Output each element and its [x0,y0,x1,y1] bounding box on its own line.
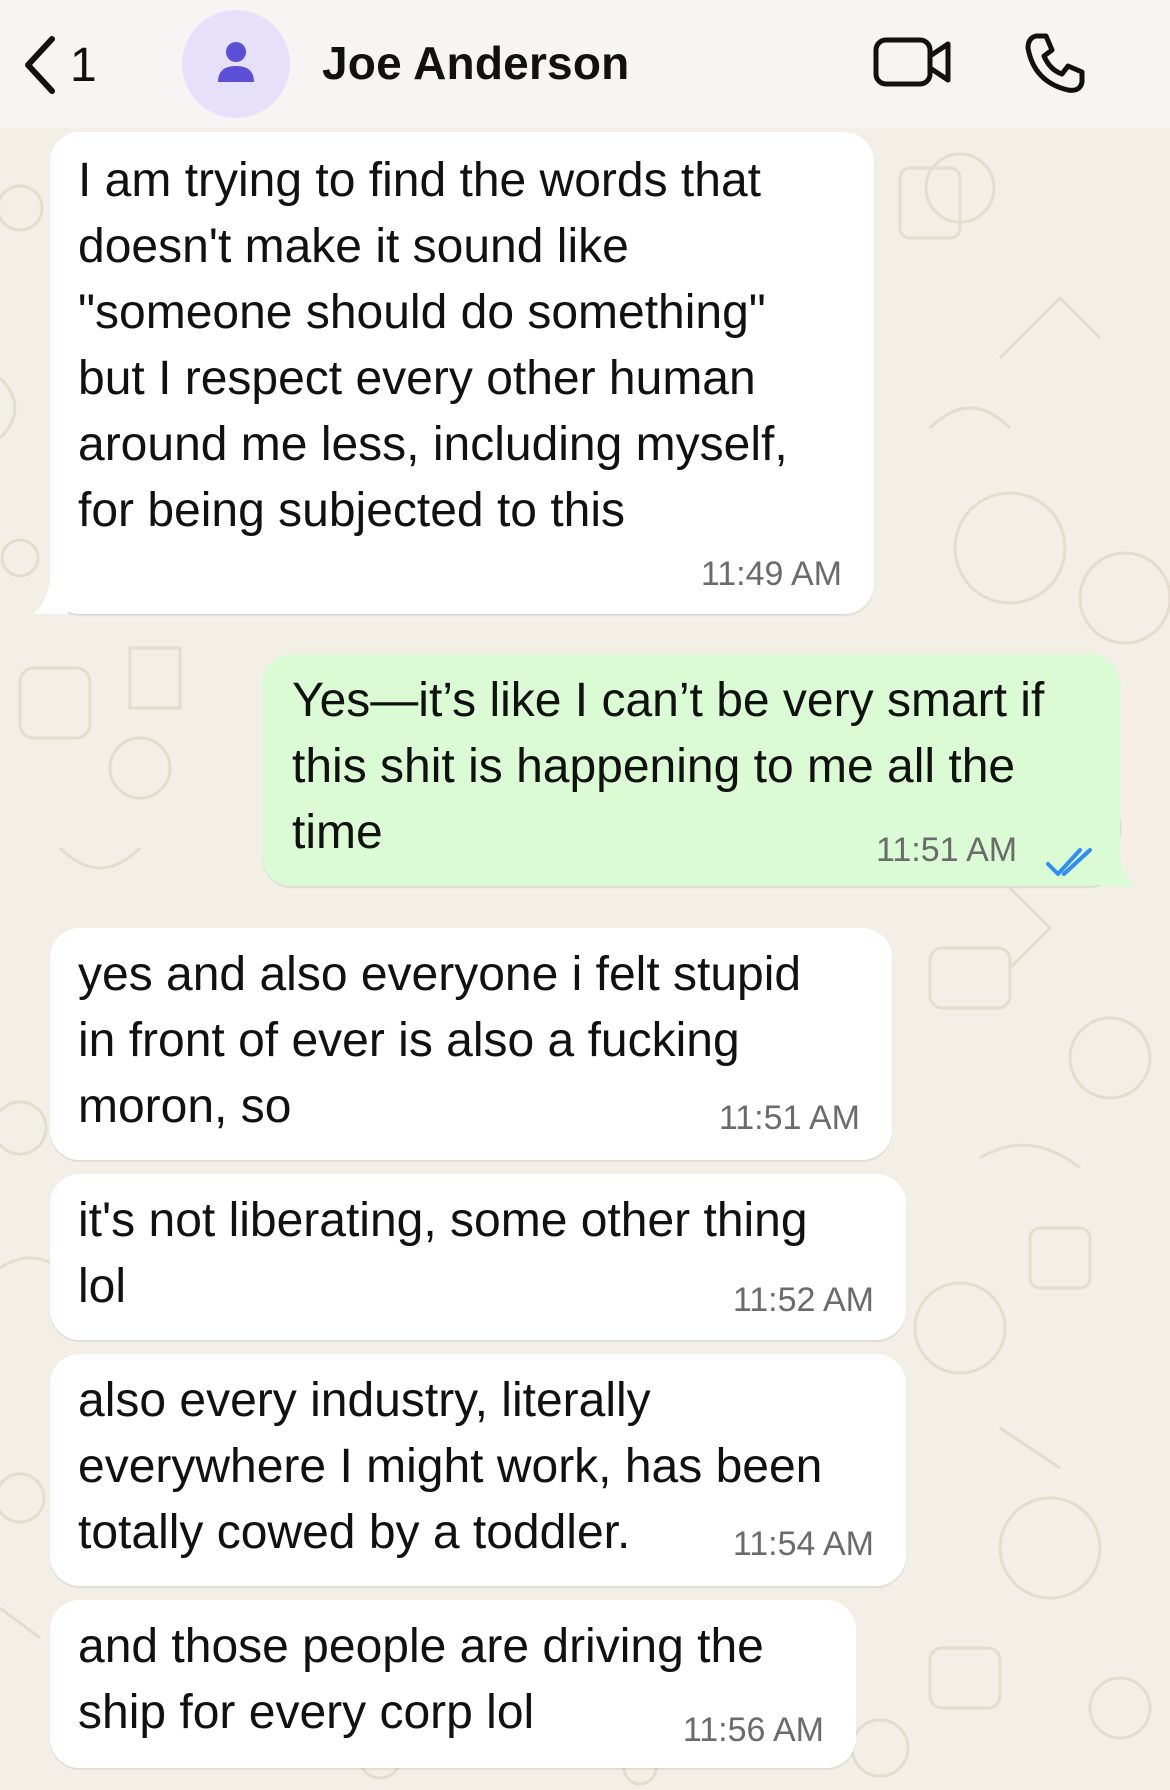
message-timestamp: 11:56 AM [682,1711,824,1749]
chat-header: 1 Joe Anderson [0,0,1170,128]
message-timestamp: 11:49 AM [700,555,842,593]
message-line: but I respect every other human [78,352,756,405]
bubble-tail-incoming [32,580,68,614]
message-bubble-incoming[interactable]: yes and also everyone i felt stupid in f… [50,928,892,1160]
message-line: totally cowed by a toddler. [78,1506,631,1559]
message-bubble-incoming[interactable]: it's not liberating, some other thing lo… [50,1174,906,1340]
chevron-left-icon [22,35,58,95]
message-line: it's not liberating, some other thing [78,1194,808,1247]
message-text: and those people are driving the ship fo… [78,1614,764,1746]
message-bubble-incoming[interactable]: and those people are driving the ship fo… [50,1600,856,1768]
message-bubble-incoming[interactable]: also every industry, literally everywher… [50,1354,906,1586]
message-bubble-incoming[interactable]: I am trying to find the words that doesn… [50,132,874,614]
message-timestamp: 11:51 AM [876,831,1018,869]
message-line: for being subjected to this [78,484,626,537]
message-line: "someone should do something" [78,286,766,339]
contact-name[interactable]: Joe Anderson [322,36,629,90]
back-button[interactable]: 1 [22,30,97,100]
read-receipt-icon [1046,832,1096,898]
message-bubble-outgoing[interactable]: Yes—it’s like I can’t be very smart if t… [262,654,1120,886]
phone-icon[interactable] [1022,30,1088,101]
message-line: also every industry, literally [78,1374,651,1427]
message-line: lol [78,1260,127,1313]
bubble-tail-outgoing [1100,852,1136,886]
message-timestamp: 11:52 AM [732,1281,874,1319]
message-text: also every industry, literally everywher… [78,1368,822,1566]
message-line: around me less, including myself, [78,418,788,471]
message-timestamp: 11:51 AM [718,1099,860,1137]
message-line: I am trying to find the words that [78,154,761,207]
message-line: this shit is happening to me all the [292,740,1016,793]
message-line: and those people are driving the [78,1620,764,1673]
message-timestamp: 11:54 AM [732,1525,874,1563]
person-icon [216,40,256,89]
message-line: doesn't make it sound like [78,220,629,273]
message-line: ship for every corp lol [78,1686,535,1739]
message-text: it's not liberating, some other thing lo… [78,1188,808,1320]
message-line: yes and also everyone i felt stupid [78,948,802,1001]
message-line: Yes—it’s like I can’t be very smart if [292,674,1045,727]
message-line: everywhere I might work, has been [78,1440,823,1493]
unread-count: 1 [70,38,97,92]
message-line: moron, so [78,1080,292,1133]
message-line: in front of ever is also a fucking [78,1014,740,1067]
avatar[interactable] [182,10,290,118]
video-camera-icon[interactable] [872,34,952,95]
message-text: I am trying to find the words that doesn… [78,148,788,544]
message-text: yes and also everyone i felt stupid in f… [78,942,801,1140]
